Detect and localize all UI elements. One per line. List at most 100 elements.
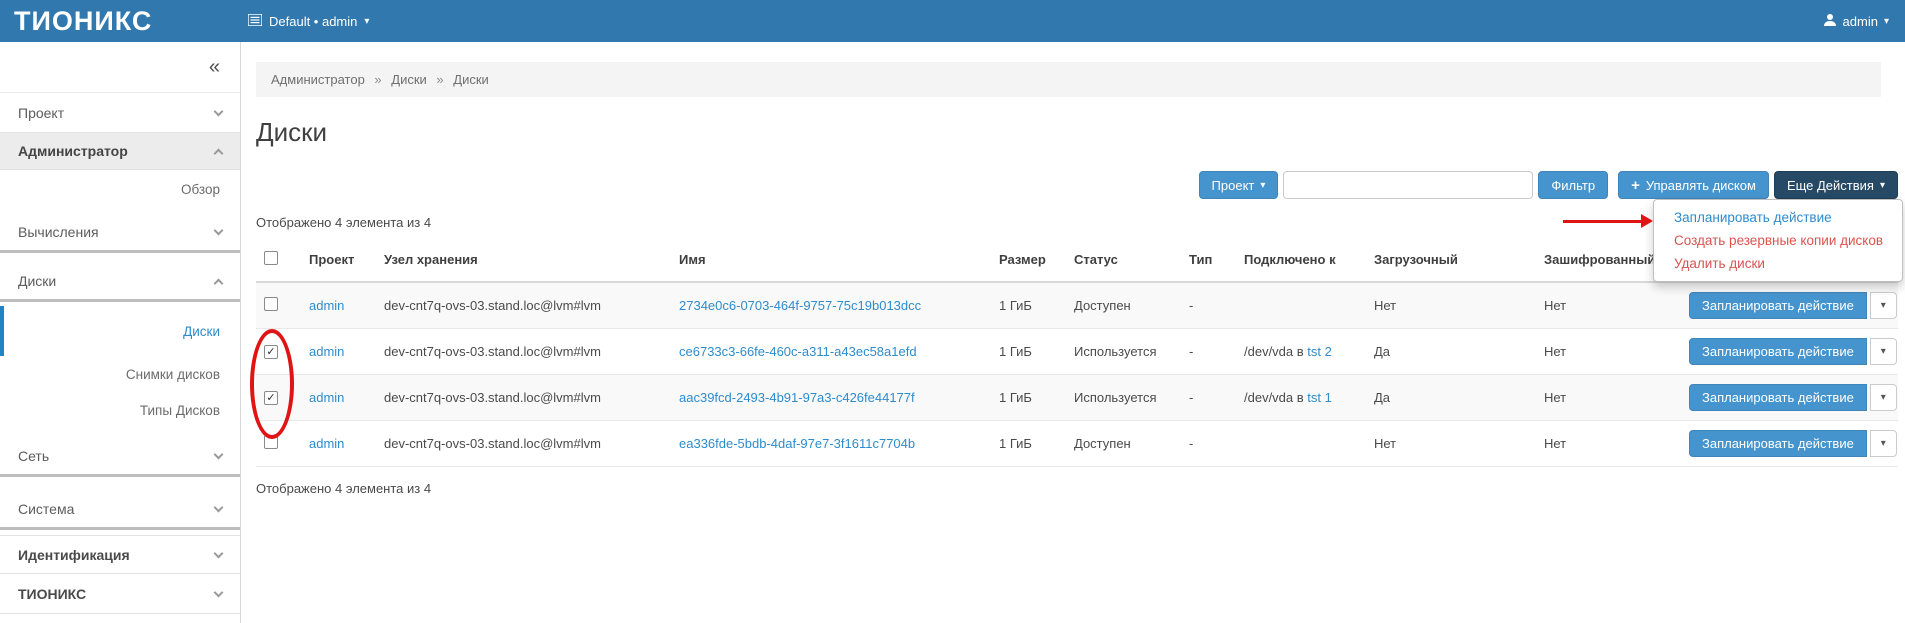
- breadcrumb-item-volumes: Диски: [453, 72, 489, 87]
- attached-instance-link[interactable]: tst 1: [1307, 390, 1332, 405]
- sidebar-item-volume-types[interactable]: Типы Дисков: [0, 392, 240, 428]
- table-row: ✓ admin dev-cnt7q-ovs-03.stand.loc@lvm#l…: [256, 328, 1898, 374]
- search-input[interactable]: [1283, 171, 1533, 199]
- sidebar-group-volumes[interactable]: Диски: [0, 263, 240, 302]
- host-cell: dev-cnt7q-ovs-03.stand.loc@lvm#lvm: [376, 282, 671, 328]
- sidebar-item-admin[interactable]: Администратор: [0, 133, 240, 170]
- status-cell: Доступен: [1066, 420, 1181, 466]
- schedule-action-button[interactable]: Запланировать действие: [1689, 338, 1867, 365]
- menu-item-schedule-action[interactable]: Запланировать действие: [1654, 206, 1902, 229]
- chevron-down-icon: ▾: [1881, 392, 1886, 403]
- column-header-project[interactable]: Проект: [301, 238, 376, 282]
- schedule-action-button[interactable]: Запланировать действие: [1689, 384, 1867, 411]
- sidebar-item-label: Снимки дисков: [126, 367, 220, 382]
- breadcrumb: Администратор » Диски » Диски: [256, 62, 1881, 97]
- items-shown-bottom: Отображено 4 элемента из 4: [256, 481, 1905, 496]
- row-actions-dropdown-toggle[interactable]: ▾: [1870, 338, 1897, 365]
- sidebar-item-label: Диски: [183, 324, 220, 339]
- column-header-status[interactable]: Статус: [1066, 238, 1181, 282]
- menu-item-delete-volumes[interactable]: Удалить диски: [1654, 252, 1902, 275]
- more-actions-menu: Запланировать действие Создать резервные…: [1653, 199, 1903, 282]
- tionix-dashboard: ТИОНИКС Default • admin ▾ admin ▾ « Прое…: [0, 0, 1905, 623]
- chevron-down-icon: ▾: [1260, 180, 1265, 191]
- more-actions-button[interactable]: Еще Действия ▾: [1774, 171, 1898, 199]
- volume-name-link[interactable]: aac39fcd-2493-4b91-97a3-c426fe44177f: [679, 390, 915, 405]
- column-header-size[interactable]: Размер: [991, 238, 1066, 282]
- column-header-host[interactable]: Узел хранения: [376, 238, 671, 282]
- sidebar-item-volumes[interactable]: Диски: [0, 306, 240, 356]
- select-all-checkbox[interactable]: [264, 251, 278, 265]
- user-icon: [1823, 13, 1837, 30]
- column-header-bootable[interactable]: Загрузочный: [1366, 238, 1536, 282]
- sidebar-item-tionix[interactable]: ТИОНИКС: [0, 574, 240, 614]
- size-cell: 1 ГиБ: [991, 374, 1066, 420]
- table-row: ✓ admin dev-cnt7q-ovs-03.stand.loc@lvm#l…: [256, 374, 1898, 420]
- type-cell: -: [1181, 282, 1236, 328]
- sidebar-collapse-button[interactable]: «: [0, 42, 240, 93]
- menu-item-create-backups[interactable]: Создать резервные копии дисков: [1654, 229, 1902, 252]
- volume-name-link[interactable]: 2734e0c6-0703-464f-9757-75c19b013dcc: [679, 298, 921, 313]
- column-header-attached[interactable]: Подключено к: [1236, 238, 1366, 282]
- sidebar-item-identity[interactable]: Идентификация: [0, 535, 240, 574]
- sidebar-item-label: Проект: [18, 105, 64, 121]
- chevron-down-icon: ▾: [364, 16, 369, 27]
- breadcrumb-item-admin: Администратор: [271, 72, 365, 87]
- schedule-action-button[interactable]: Запланировать действие: [1689, 430, 1867, 457]
- row-checkbox[interactable]: [264, 297, 278, 311]
- manage-volume-button[interactable]: + Управлять диском: [1618, 171, 1769, 199]
- sidebar-group-compute[interactable]: Вычисления: [0, 214, 240, 253]
- sidebar-group-system[interactable]: Система: [0, 491, 240, 530]
- row-actions-dropdown-toggle[interactable]: ▾: [1870, 384, 1897, 411]
- filter-button[interactable]: Фильтр: [1538, 171, 1608, 199]
- host-cell: dev-cnt7q-ovs-03.stand.loc@lvm#lvm: [376, 374, 671, 420]
- row-checkbox[interactable]: ✓: [264, 345, 278, 359]
- user-name: admin: [1843, 14, 1878, 29]
- encrypted-cell: Нет: [1536, 328, 1681, 374]
- status-cell: Доступен: [1066, 282, 1181, 328]
- host-cell: dev-cnt7q-ovs-03.stand.loc@lvm#lvm: [376, 328, 671, 374]
- bootable-cell: Нет: [1366, 282, 1536, 328]
- encrypted-cell: Нет: [1536, 374, 1681, 420]
- top-navbar: ТИОНИКС Default • admin ▾ admin ▾: [0, 0, 1905, 42]
- sidebar-item-label: Обзор: [181, 182, 220, 197]
- breadcrumb-separator: »: [374, 72, 381, 87]
- volume-name-link[interactable]: ce6733c3-66fe-460c-a311-a43ec58a1efd: [679, 344, 917, 359]
- project-link[interactable]: admin: [309, 344, 344, 359]
- table-row: admin dev-cnt7q-ovs-03.stand.loc@lvm#lvm…: [256, 282, 1898, 328]
- domain-project-switcher[interactable]: Default • admin ▾: [248, 14, 369, 29]
- project-filter-label: Проект: [1212, 178, 1255, 193]
- project-filter-dropdown[interactable]: Проект ▾: [1199, 171, 1279, 199]
- project-link[interactable]: admin: [309, 298, 344, 313]
- attached-cell: [1236, 282, 1366, 328]
- status-cell: Используется: [1066, 374, 1181, 420]
- encrypted-cell: Нет: [1536, 420, 1681, 466]
- sidebar-item-project[interactable]: Проект: [0, 93, 240, 133]
- sidebar-group-network[interactable]: Сеть: [0, 438, 240, 477]
- schedule-action-button[interactable]: Запланировать действие: [1689, 292, 1867, 319]
- breadcrumb-item-volumes-group: Диски: [391, 72, 427, 87]
- row-actions-dropdown-toggle[interactable]: ▾: [1870, 292, 1897, 319]
- sidebar-item-label: Типы Дисков: [140, 403, 220, 418]
- more-actions-label: Еще Действия: [1787, 178, 1874, 193]
- project-link[interactable]: admin: [309, 436, 344, 451]
- attached-instance-link[interactable]: tst 2: [1307, 344, 1332, 359]
- row-checkbox[interactable]: ✓: [264, 391, 278, 405]
- chevron-down-icon: [214, 226, 224, 236]
- chevron-down-icon: [214, 503, 224, 513]
- row-actions-dropdown-toggle[interactable]: ▾: [1870, 430, 1897, 457]
- host-cell: dev-cnt7q-ovs-03.stand.loc@lvm#lvm: [376, 420, 671, 466]
- sidebar-item-volume-snapshots[interactable]: Снимки дисков: [0, 356, 240, 392]
- volume-name-link[interactable]: ea336fde-5bdb-4daf-97e7-3f1611c7704b: [679, 436, 915, 451]
- column-header-type[interactable]: Тип: [1181, 238, 1236, 282]
- table-header-row: Проект Узел хранения Имя Размер Статус Т…: [256, 238, 1898, 282]
- plus-icon: +: [1631, 177, 1640, 194]
- project-link[interactable]: admin: [309, 390, 344, 405]
- sidebar-item-label: Идентификация: [18, 547, 130, 563]
- type-cell: -: [1181, 374, 1236, 420]
- user-menu[interactable]: admin ▾: [1823, 13, 1905, 30]
- column-header-name[interactable]: Имя: [671, 238, 991, 282]
- chevron-up-icon: [214, 148, 224, 158]
- row-checkbox[interactable]: [264, 435, 278, 449]
- toolbar: Проект ▾ Фильтр + Управлять диском Еще Д…: [241, 171, 1905, 199]
- sidebar-item-overview[interactable]: Обзор: [0, 170, 240, 208]
